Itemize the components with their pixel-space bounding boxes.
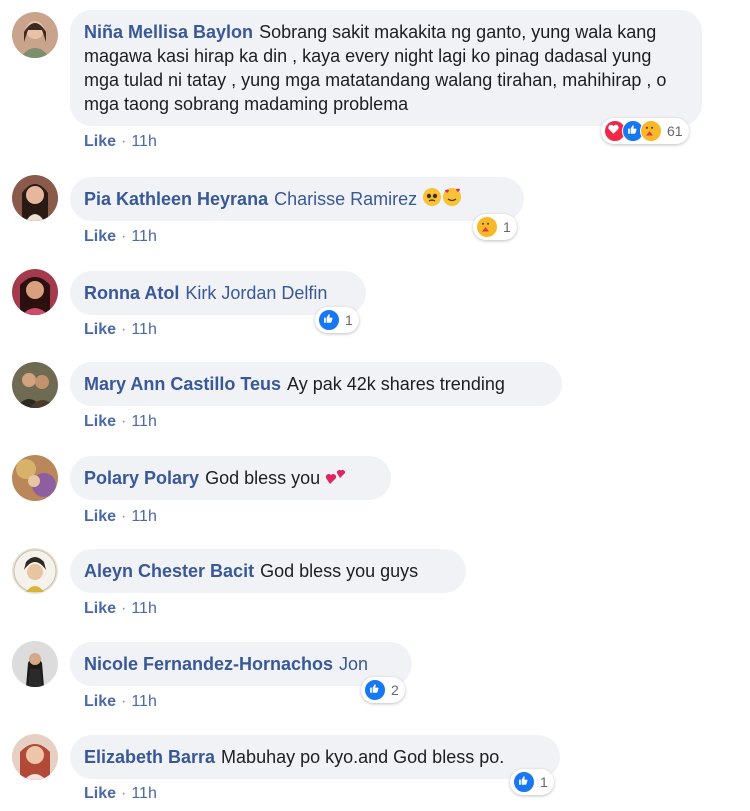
commenter-name[interactable]: Polary Polary xyxy=(84,468,199,488)
reaction-count: 61 xyxy=(667,123,683,139)
avatar[interactable] xyxy=(12,455,58,501)
separator-dot: · xyxy=(121,693,127,710)
reactions-summary[interactable]: 2 xyxy=(361,677,405,703)
smiling-hearts-icon xyxy=(442,187,462,213)
comment-meta: Like · 11h xyxy=(84,600,157,618)
timestamp[interactable]: 11h xyxy=(131,508,157,525)
avatar[interactable] xyxy=(12,175,58,221)
reactions-summary[interactable]: 1 xyxy=(510,769,554,795)
commenter-name[interactable]: Mary Ann Castillo Teus xyxy=(84,374,281,394)
avatar[interactable] xyxy=(12,641,58,687)
commenter-name[interactable]: Elizabeth Barra xyxy=(84,747,215,767)
avatar[interactable] xyxy=(12,734,58,780)
comment-text: Mabuhay po kyo.and God bless po. xyxy=(221,747,505,767)
commenter-name[interactable]: Aleyn Chester Bacit xyxy=(84,561,254,581)
comment-meta: Like · 11h xyxy=(84,413,157,431)
comment-bubble: Polary Polary God bless you xyxy=(70,456,391,500)
reaction-count: 1 xyxy=(503,219,511,235)
separator-dot: · xyxy=(121,785,127,802)
reaction-count: 2 xyxy=(391,682,399,698)
commenter-name[interactable]: Ronna Atol xyxy=(84,283,179,303)
comment-bubble: Mary Ann Castillo Teus Ay pak 42k shares … xyxy=(70,362,562,406)
comment-meta: Like · 11h xyxy=(84,785,157,803)
reaction-count: 1 xyxy=(540,774,548,790)
separator-dot: · xyxy=(121,228,127,245)
separator-dot: · xyxy=(121,508,127,525)
like-link[interactable]: Like xyxy=(84,321,116,338)
comment-meta: Like · 11h xyxy=(84,693,157,711)
comment-meta: Like · 11h xyxy=(84,133,157,151)
reaction-count: 1 xyxy=(345,312,353,328)
care-reaction-icon xyxy=(476,216,498,238)
like-reaction-icon xyxy=(364,679,386,701)
avatar[interactable] xyxy=(12,548,58,594)
timestamp[interactable]: 11h xyxy=(131,228,157,245)
separator-dot: · xyxy=(121,600,127,617)
separator-dot: · xyxy=(121,413,127,430)
commenter-name[interactable]: Pia Kathleen Heyrana xyxy=(84,189,268,209)
separator-dot: · xyxy=(121,133,127,150)
like-link[interactable]: Like xyxy=(84,508,116,525)
like-link[interactable]: Like xyxy=(84,228,116,245)
like-link[interactable]: Like xyxy=(84,600,116,617)
commenter-name[interactable]: Nicole Fernandez-Hornachos xyxy=(84,654,333,674)
two-hearts-icon xyxy=(325,466,347,492)
care-reaction-icon xyxy=(640,120,662,142)
like-reaction-icon xyxy=(513,771,535,793)
like-link[interactable]: Like xyxy=(84,785,116,802)
avatar[interactable] xyxy=(12,362,58,408)
comment-meta: Like · 11h xyxy=(84,228,157,246)
timestamp[interactable]: 11h xyxy=(131,600,157,617)
comment-bubble: Niña Mellisa Baylon Sobrang sakit makakit… xyxy=(70,10,702,126)
comment-bubble: Aleyn Chester Bacit God bless you guys xyxy=(70,549,466,593)
comment-meta: Like · 11h xyxy=(84,321,157,339)
avatar[interactable] xyxy=(12,12,58,58)
timestamp[interactable]: 11h xyxy=(131,413,157,430)
commenter-name[interactable]: Niña Mellisa Baylon xyxy=(84,22,253,42)
like-link[interactable]: Like xyxy=(84,693,116,710)
comment-text: Ay pak 42k shares trending xyxy=(287,374,505,394)
comment-meta: Like · 11h xyxy=(84,508,157,526)
comment-text: God bless you xyxy=(205,468,321,488)
comment-bubble: Pia Kathleen Heyrana Charisse Ramirez xyxy=(70,177,524,221)
reactions-summary[interactable]: 61 xyxy=(601,118,689,144)
tagged-user[interactable]: Kirk Jordan Delfin xyxy=(185,283,327,303)
separator-dot: · xyxy=(121,321,127,338)
pleading-face-icon xyxy=(422,187,442,213)
reactions-summary[interactable]: 1 xyxy=(315,307,359,333)
like-link[interactable]: Like xyxy=(84,413,116,430)
avatar[interactable] xyxy=(12,269,58,315)
comment-bubble: Nicole Fernandez-Hornachos Jon xyxy=(70,642,412,686)
comment-text: God bless you guys xyxy=(260,561,419,581)
comment-bubble: Elizabeth Barra Mabuhay po kyo.and God bl… xyxy=(70,735,560,779)
timestamp[interactable]: 11h xyxy=(131,321,157,338)
timestamp[interactable]: 11h xyxy=(131,785,157,802)
timestamp[interactable]: 11h xyxy=(131,133,157,150)
tagged-user[interactable]: Charisse Ramirez xyxy=(274,189,417,209)
tagged-user[interactable]: Jon xyxy=(339,654,368,674)
reactions-summary[interactable]: 1 xyxy=(473,214,517,240)
timestamp[interactable]: 11h xyxy=(131,693,157,710)
like-link[interactable]: Like xyxy=(84,133,116,150)
like-reaction-icon xyxy=(318,309,340,331)
